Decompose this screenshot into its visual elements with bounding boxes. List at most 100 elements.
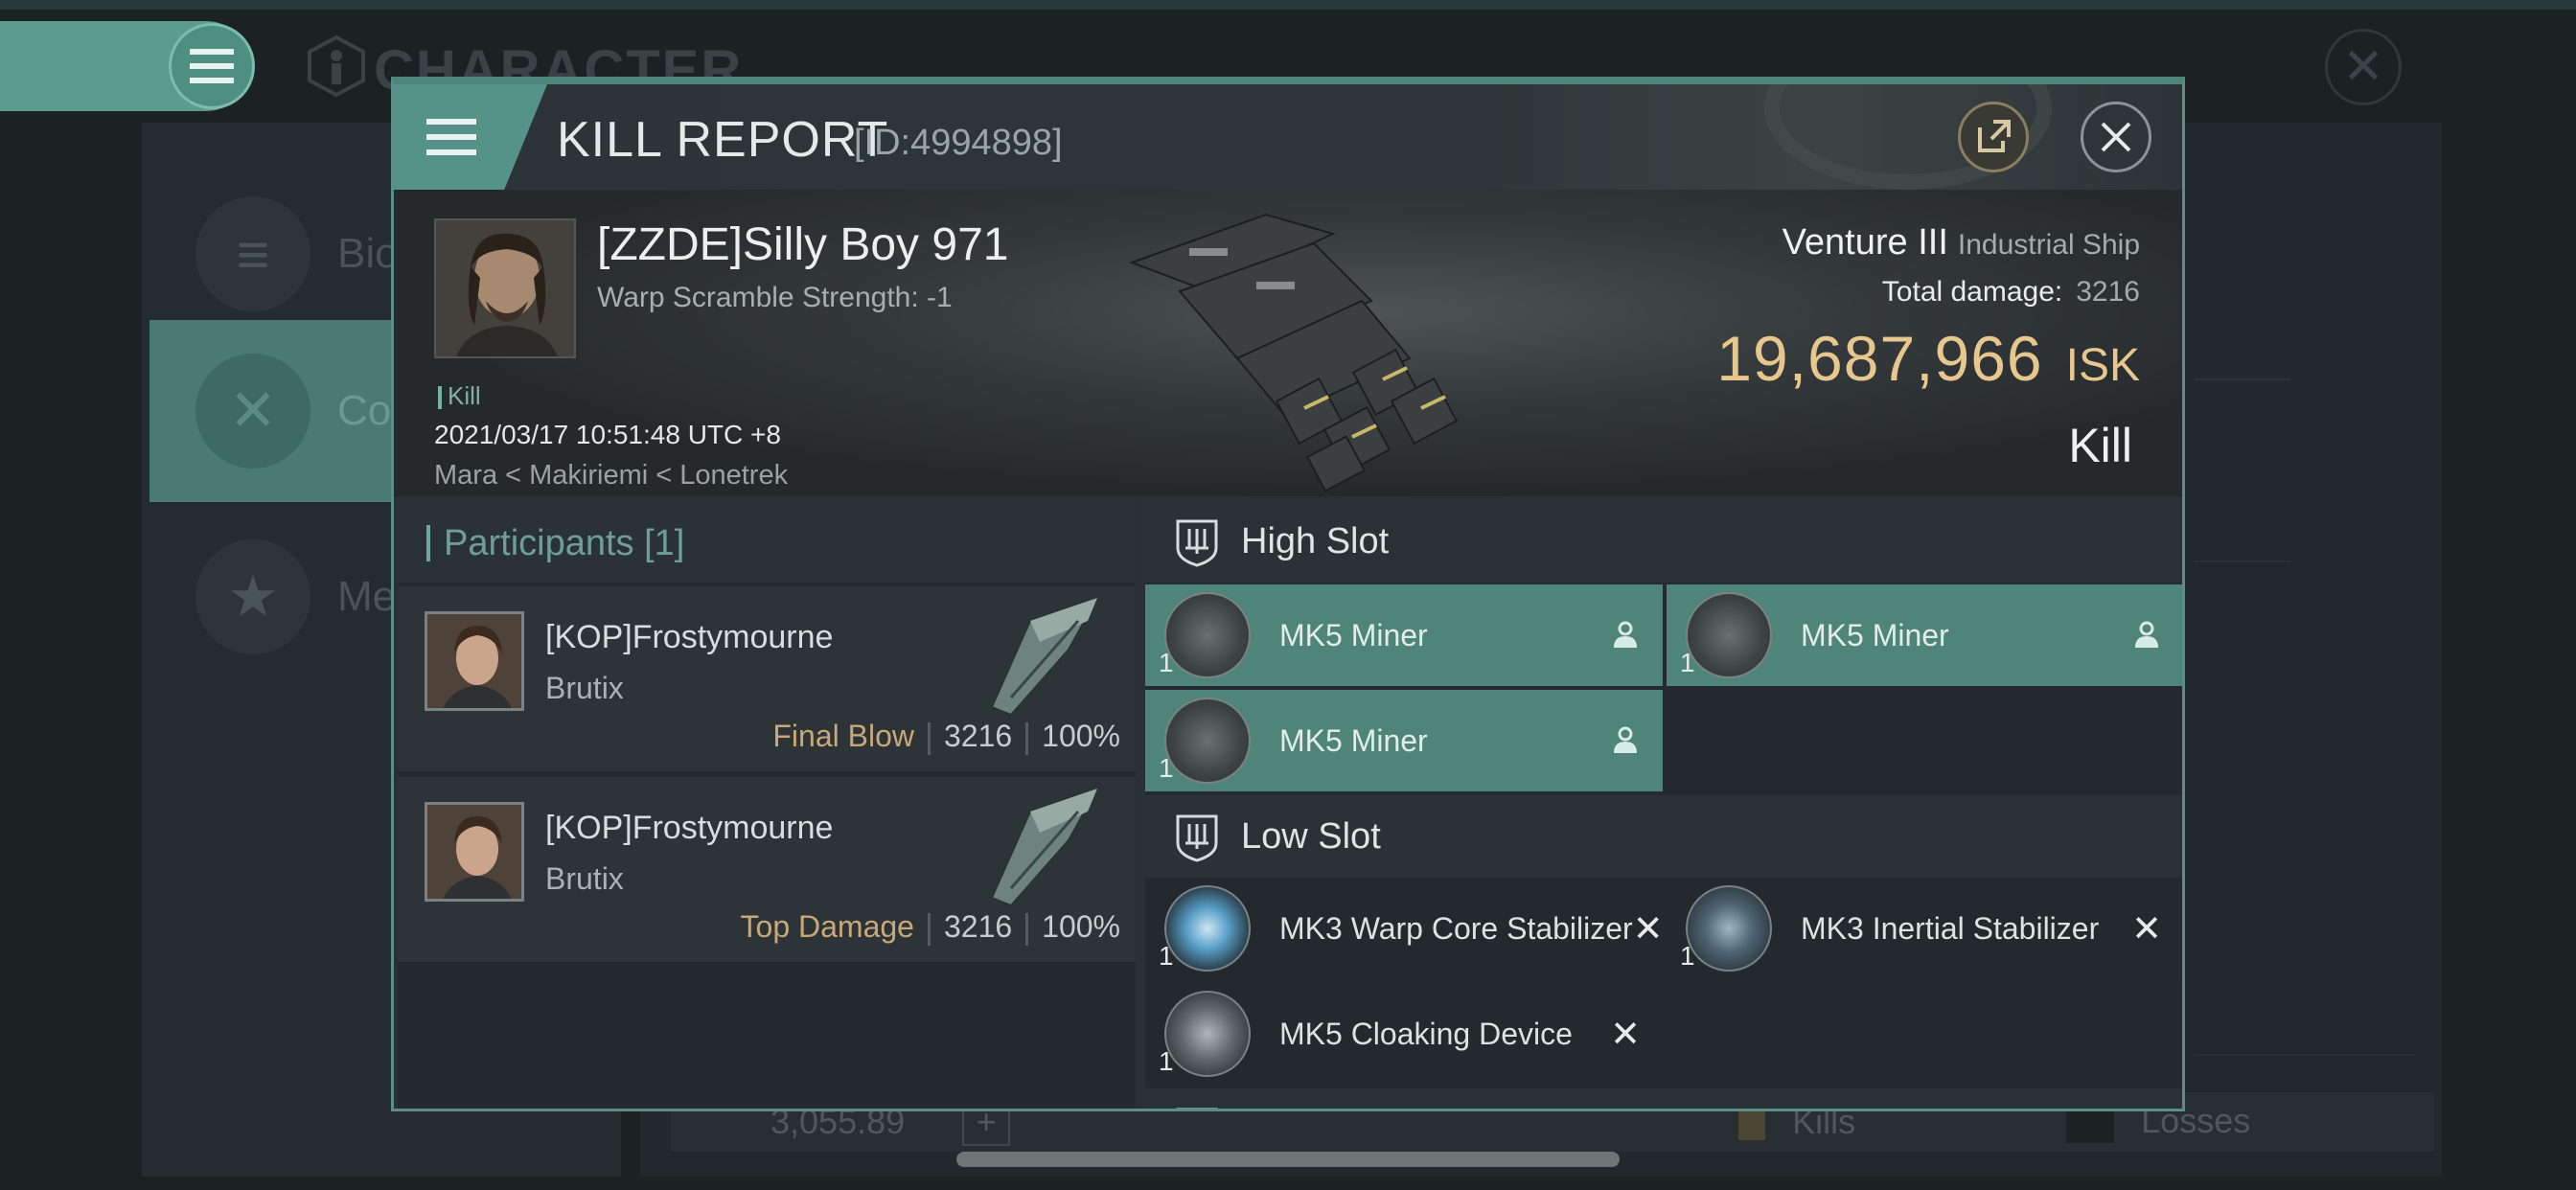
module-slot[interactable]: 1 MK5 Miner bbox=[1145, 584, 1663, 686]
modal-title: KILL REPORT bbox=[557, 112, 889, 168]
participant-ship: Brutix bbox=[545, 861, 624, 896]
destroyed-x-icon: ✕ bbox=[1632, 908, 1664, 950]
participant-percent: 100% bbox=[1042, 719, 1120, 753]
ship-class: Industrial Ship bbox=[1957, 229, 2140, 261]
participant-portrait bbox=[425, 611, 524, 711]
participant-stats: Top Damage 3216 100% bbox=[741, 909, 1120, 946]
module-quantity: 1 bbox=[1159, 753, 1174, 783]
kill-location[interactable]: Mara < Makiriemi < Lonetrek bbox=[434, 460, 788, 492]
isk-unit: ISK bbox=[2065, 340, 2140, 391]
module-slot[interactable]: 1 MK5 Cloaking Device ✕ bbox=[1145, 983, 1663, 1085]
slot-icon bbox=[1176, 1108, 1218, 1109]
share-icon bbox=[1978, 120, 2011, 152]
miner-module-icon bbox=[1164, 592, 1251, 678]
participants-panel: Participants [1] [KOP]Frostymourne Bruti… bbox=[398, 500, 1136, 1109]
crossed-swords-icon: ✕ bbox=[196, 354, 310, 469]
report-id: [ID:4994898] bbox=[854, 123, 1063, 163]
person-icon bbox=[2130, 619, 2163, 652]
participants-heading: Participants [1] bbox=[444, 523, 685, 563]
ship-type[interactable]: Venture III Industrial Ship bbox=[1782, 222, 2140, 263]
result-label: Kill bbox=[2068, 419, 2132, 472]
kill-tag-label: Kill bbox=[448, 381, 481, 410]
home-indicator[interactable] bbox=[956, 1152, 1620, 1167]
destroyed-x-icon: ✕ bbox=[2131, 908, 2162, 950]
participant-portrait bbox=[425, 802, 524, 902]
module-quantity: 1 bbox=[1159, 1046, 1174, 1076]
total-damage: Total damage: 3216 bbox=[1882, 276, 2140, 309]
participant-damage: 3216 bbox=[943, 719, 1013, 753]
module-name: MK5 Miner bbox=[1279, 722, 1428, 758]
isk-value-line: 19,687,966 ISK bbox=[1716, 322, 2140, 395]
isk-value: 19,687,966 bbox=[1716, 323, 2043, 394]
participant-ship-image bbox=[990, 596, 1100, 717]
participant-percent: 100% bbox=[1042, 909, 1120, 944]
high-slot-icon bbox=[1176, 519, 1218, 567]
total-damage-label: Total damage: bbox=[1881, 276, 2063, 308]
hamburger-icon bbox=[426, 119, 476, 155]
participant-stats: Final Blow 3216 100% bbox=[772, 719, 1120, 755]
module-name: MK3 Warp Core Stabilizer bbox=[1279, 910, 1633, 946]
character-icon bbox=[308, 34, 365, 98]
kill-timestamp: 2021/03/17 10:51:48 UTC +8 bbox=[434, 420, 781, 449]
module-slot[interactable]: 1 MK3 Warp Core Stabilizer ✕ bbox=[1145, 878, 1664, 979]
person-icon bbox=[1609, 724, 1642, 757]
module-name: MK5 Cloaking Device bbox=[1279, 1016, 1573, 1051]
top-strip bbox=[0, 0, 2576, 10]
participant-row[interactable]: [KOP]Frostymourne Brutix Top Damage 3216 1… bbox=[398, 777, 1136, 965]
modal-header: KILL REPORT [ID:4994898] bbox=[394, 84, 2182, 190]
low-slot-heading: Low Slot bbox=[1241, 816, 1381, 857]
fittings-panel: High Slot 1 MK5 Miner 1 MK5 Miner 1 MK5 … bbox=[1145, 500, 2182, 1109]
ship-name: Venture III bbox=[1782, 222, 1948, 263]
victim-name[interactable]: [ZZDE]Silly Boy 971 bbox=[597, 218, 1008, 271]
participant-ship: Brutix bbox=[545, 671, 624, 705]
participant-role: Top Damage bbox=[740, 909, 914, 944]
bg-divider bbox=[2195, 561, 2290, 562]
kill-tag: Kill bbox=[438, 381, 481, 411]
module-quantity: 1 bbox=[1680, 648, 1695, 677]
miner-module-icon bbox=[1686, 592, 1772, 678]
participant-damage: 3216 bbox=[943, 909, 1013, 944]
module-name: MK5 Miner bbox=[1801, 617, 1949, 652]
warp-scramble-strength: Warp Scramble Strength: -1 bbox=[597, 282, 953, 313]
inertial-stabilizer-icon bbox=[1686, 885, 1772, 972]
victim-banner: [ZZDE]Silly Boy 971 Warp Scramble Streng… bbox=[394, 190, 2182, 496]
share-button[interactable] bbox=[1958, 102, 2029, 172]
participant-role: Final Blow bbox=[772, 719, 914, 753]
module-slot[interactable]: 1 MK3 Inertial Stabilizer ✕ bbox=[1667, 878, 2182, 979]
total-damage-value: 3216 bbox=[2076, 276, 2140, 308]
bg-menu-icon[interactable] bbox=[169, 23, 255, 109]
module-quantity: 1 bbox=[1680, 941, 1695, 971]
low-slot-icon bbox=[1176, 814, 1218, 862]
module-name: MK3 Inertial Stabilizer bbox=[1801, 910, 2100, 946]
destroyed-x-icon: ✕ bbox=[1610, 1014, 1641, 1055]
bg-close-icon[interactable]: ✕ bbox=[2325, 29, 2402, 105]
low-slot-header: Low Slot bbox=[1145, 795, 2182, 878]
bg-divider bbox=[2195, 378, 2290, 380]
victim-portrait[interactable] bbox=[434, 218, 576, 358]
victim-ship-image[interactable] bbox=[1122, 195, 1467, 492]
menu-button[interactable] bbox=[394, 84, 547, 190]
kill-report-modal: KILL REPORT [ID:4994898] [ZZDE]Silly Boy… bbox=[391, 77, 2185, 1111]
hamburger-icon: ≡ bbox=[196, 196, 310, 311]
close-icon bbox=[2101, 122, 2131, 152]
sidebar-item-label: Bio bbox=[337, 230, 399, 277]
high-slot-heading: High Slot bbox=[1241, 521, 1390, 561]
participant-ship-image bbox=[990, 787, 1100, 907]
participants-header: Participants [1] bbox=[398, 500, 1136, 583]
bg-divider bbox=[2195, 1054, 2415, 1056]
cloaking-device-icon bbox=[1164, 991, 1251, 1077]
module-quantity: 1 bbox=[1159, 941, 1174, 971]
person-icon bbox=[1609, 619, 1642, 652]
module-quantity: 1 bbox=[1159, 648, 1174, 677]
participant-name: [KOP]Frostymourne bbox=[545, 810, 834, 846]
module-slot[interactable]: 1 MK5 Miner bbox=[1667, 584, 2182, 686]
module-name: MK5 Miner bbox=[1279, 617, 1428, 652]
high-slot-header: High Slot bbox=[1145, 500, 2182, 583]
close-button[interactable] bbox=[2081, 102, 2151, 172]
star-badge-icon: ★ bbox=[196, 539, 310, 654]
participant-row[interactable]: [KOP]Frostymourne Brutix Final Blow 3216 1… bbox=[398, 586, 1136, 774]
miner-module-icon bbox=[1164, 698, 1251, 784]
participant-name: [KOP]Frostymourne bbox=[545, 619, 834, 655]
module-slot[interactable]: 1 MK5 Miner bbox=[1145, 690, 1663, 791]
next-slot-header bbox=[1145, 1088, 2182, 1109]
